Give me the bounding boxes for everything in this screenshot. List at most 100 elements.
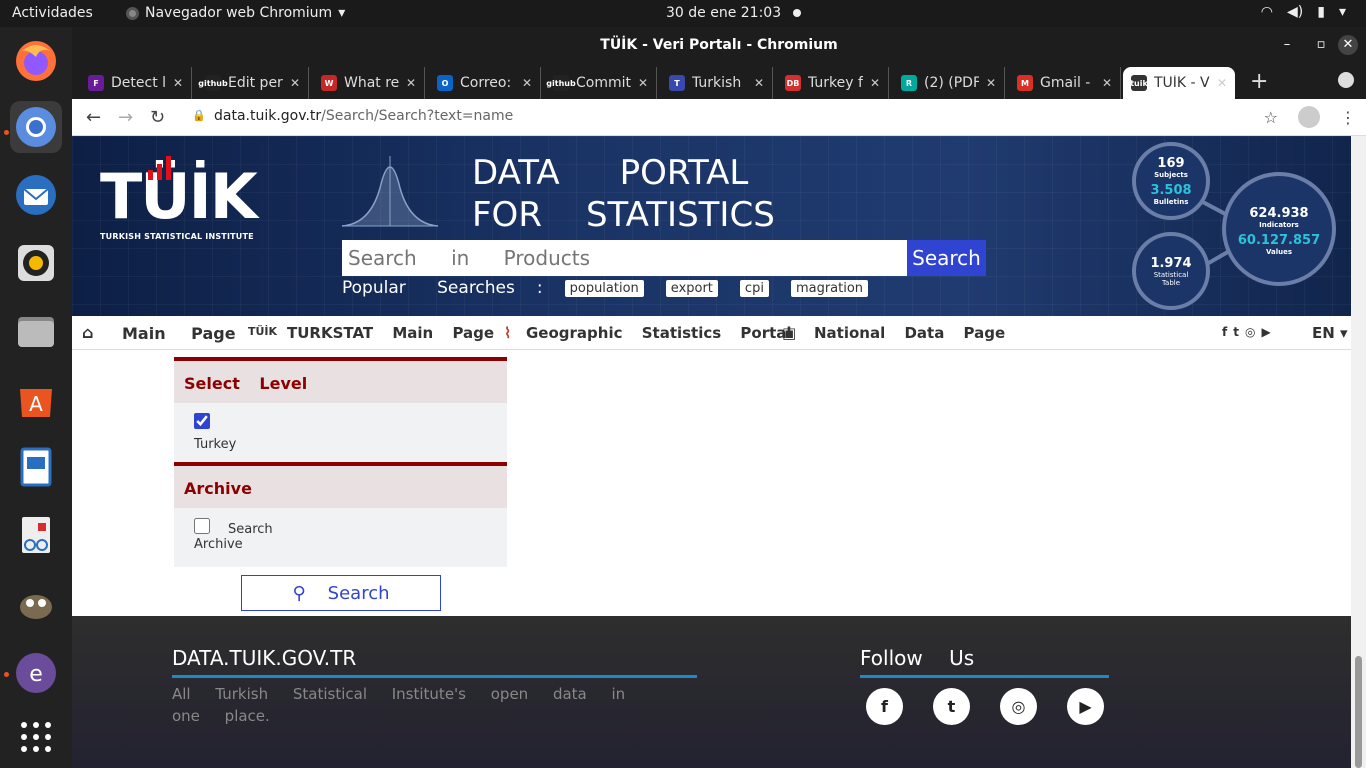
show-apps-icon[interactable] <box>10 711 62 763</box>
libreoffice-impress-icon[interactable] <box>10 441 62 493</box>
popular-term-population[interactable]: population <box>564 279 644 297</box>
turkey-checkbox[interactable] <box>194 413 210 429</box>
chromium-icon[interactable] <box>10 101 62 153</box>
filter-panel: Select Level Turkey Archive Search Archi… <box>174 357 507 567</box>
logo-bars <box>148 156 171 180</box>
wifi-icon: ◠ <box>1260 4 1274 20</box>
bell-curve-icon <box>341 156 439 227</box>
popular-term-cpi[interactable]: cpi <box>739 279 769 297</box>
gimp-icon[interactable] <box>10 577 62 629</box>
language-selector[interactable]: EN ▾ <box>1312 324 1348 342</box>
header-social-links: f t ◎ ▶ <box>1222 325 1271 339</box>
instagram-icon[interactable]: ◎ <box>1245 325 1255 339</box>
logo-subtitle: TURKISH STATISTICAL INSTITUTE <box>100 232 254 241</box>
stat-subjects-bulletins[interactable]: 169 Subjects 3.508 Bulletins <box>1132 142 1210 220</box>
search-archive-label-1: Search <box>228 522 273 537</box>
app-name: Navegador web Chromium <box>145 5 333 21</box>
document-viewer-icon[interactable] <box>10 509 62 561</box>
popular-term-magration[interactable]: magration <box>790 279 869 297</box>
product-search-button[interactable]: Search <box>907 240 986 276</box>
indicators-count: 624.938 <box>1249 206 1309 221</box>
follow-us-title: Follow Us <box>860 646 975 670</box>
product-search-input[interactable] <box>342 240 907 276</box>
language-label: EN <box>1312 324 1335 342</box>
web-page: TÜİK TURKISH STATISTICAL INSTITUTE DATA P… <box>72 136 1351 768</box>
product-search-box <box>342 240 907 276</box>
search-archive-label-2: Archive <box>194 537 243 552</box>
nav-main-page[interactable]: Main Page <box>122 324 236 343</box>
app-menu[interactable]: Navegador web Chromium ▾ <box>126 5 345 21</box>
nav-national-data-page[interactable]: National Data Page <box>814 324 1005 342</box>
footer: DATA.TUIK.GOV.TR All Turkish Statistical… <box>72 616 1351 768</box>
search-archive-checkbox[interactable] <box>194 518 210 534</box>
thunderbird-icon[interactable] <box>10 169 62 221</box>
home-icon[interactable]: ⌂ <box>82 323 93 342</box>
subjects-count: 169 <box>1157 156 1185 171</box>
footer-divider <box>860 675 1109 678</box>
values-label: Values <box>1265 248 1293 256</box>
running-indicator <box>4 130 9 135</box>
filter-search-button[interactable]: ⚲ Search <box>241 575 441 611</box>
select-level-header[interactable]: Select Level <box>174 357 507 403</box>
title-word: STATISTICS <box>585 195 775 235</box>
popular-colon: : <box>536 278 543 298</box>
page-scrollbar[interactable] <box>1351 136 1366 768</box>
search-icon: ⚲ <box>292 582 306 604</box>
rhythmbox-icon[interactable] <box>10 237 62 289</box>
app-store-icon[interactable]: A <box>10 373 62 425</box>
facebook-icon[interactable]: f <box>1222 325 1227 339</box>
svg-text:A: A <box>29 392 43 416</box>
twitter-icon[interactable]: t <box>1233 325 1239 339</box>
stat-indicators-values[interactable]: 624.938 Indicators 60.127.857 Values <box>1222 172 1336 286</box>
nav-geographic-portal[interactable]: Geographic Statistics Portal <box>526 324 792 342</box>
popular-term-export[interactable]: export <box>665 279 718 297</box>
archive-header[interactable]: Archive <box>174 462 507 508</box>
stat-tables[interactable]: 1.974 Statistical Table <box>1132 232 1210 310</box>
footer-divider <box>172 675 697 678</box>
bulletins-label: Bulletins <box>1153 198 1189 206</box>
youtube-icon[interactable]: ▶ <box>1067 688 1104 725</box>
tables-label: Table <box>1161 279 1181 287</box>
system-tray[interactable]: ◠ ◀) ▮ ▾ <box>1261 4 1346 20</box>
emacs-icon[interactable]: e <box>10 647 62 699</box>
chevron-down-icon: ▾ <box>338 5 346 21</box>
tables-label: Statistical <box>1153 271 1189 279</box>
instagram-icon[interactable]: ◎ <box>1000 688 1037 725</box>
battery-icon: ▮ <box>1317 4 1325 20</box>
tuik-logo[interactable]: TÜİK TURKISH STATISTICAL INSTITUTE <box>100 156 258 241</box>
book-icon: ▣ <box>782 324 797 342</box>
facebook-icon[interactable]: f <box>866 688 903 725</box>
scrollbar-thumb[interactable] <box>1355 656 1362 768</box>
select-level-body: Turkey <box>174 403 507 462</box>
running-indicator <box>4 672 9 677</box>
logo-text: TÜİK <box>100 160 258 233</box>
recording-icon <box>793 9 802 17</box>
title-word: PORTAL <box>619 153 749 193</box>
hero-banner: TÜİK TURKISH STATISTICAL INSTITUTE DATA P… <box>72 136 1351 316</box>
firefox-icon[interactable] <box>10 35 62 87</box>
os-top-bar: Actividades Navegador web Chromium ▾ 30 … <box>0 0 1366 27</box>
bulletins-count: 3.508 <box>1150 183 1192 198</box>
files-icon[interactable] <box>10 305 62 357</box>
clock[interactable]: 30 de ene 21:03 <box>666 5 802 21</box>
tables-count: 1.974 <box>1150 256 1192 271</box>
footer-description: All Turkish Statistical Institute's open… <box>172 685 626 725</box>
title-word: DATA <box>472 153 560 193</box>
tuik-mini-icon: TÜİK <box>248 325 278 338</box>
indicators-label: Indicators <box>1259 221 1299 229</box>
nav-turkstat-main-page[interactable]: TURKSTAT Main Page <box>287 324 494 342</box>
chromium-icon <box>126 6 139 20</box>
main-nav: ⌂ Main Page TÜİK TURKSTAT Main Page ⌇ Ge… <box>72 316 1351 350</box>
activities-button[interactable]: Actividades <box>12 5 93 21</box>
values-count: 60.127.857 <box>1237 233 1321 248</box>
clock-label: 30 de ene 21:03 <box>666 5 782 21</box>
volume-icon: ◀) <box>1287 4 1304 20</box>
map-marker-icon: ⌇ <box>504 324 512 342</box>
youtube-icon[interactable]: ▶ <box>1261 325 1270 339</box>
turkey-label: Turkey <box>194 437 237 452</box>
footer-site-name[interactable]: DATA.TUIK.GOV.TR <box>172 646 356 670</box>
popular-searches: Popular Searches : population export cpi… <box>342 278 869 298</box>
dock: A e <box>0 27 72 768</box>
twitter-icon[interactable]: t <box>933 688 970 725</box>
subjects-label: Subjects <box>1154 171 1188 179</box>
